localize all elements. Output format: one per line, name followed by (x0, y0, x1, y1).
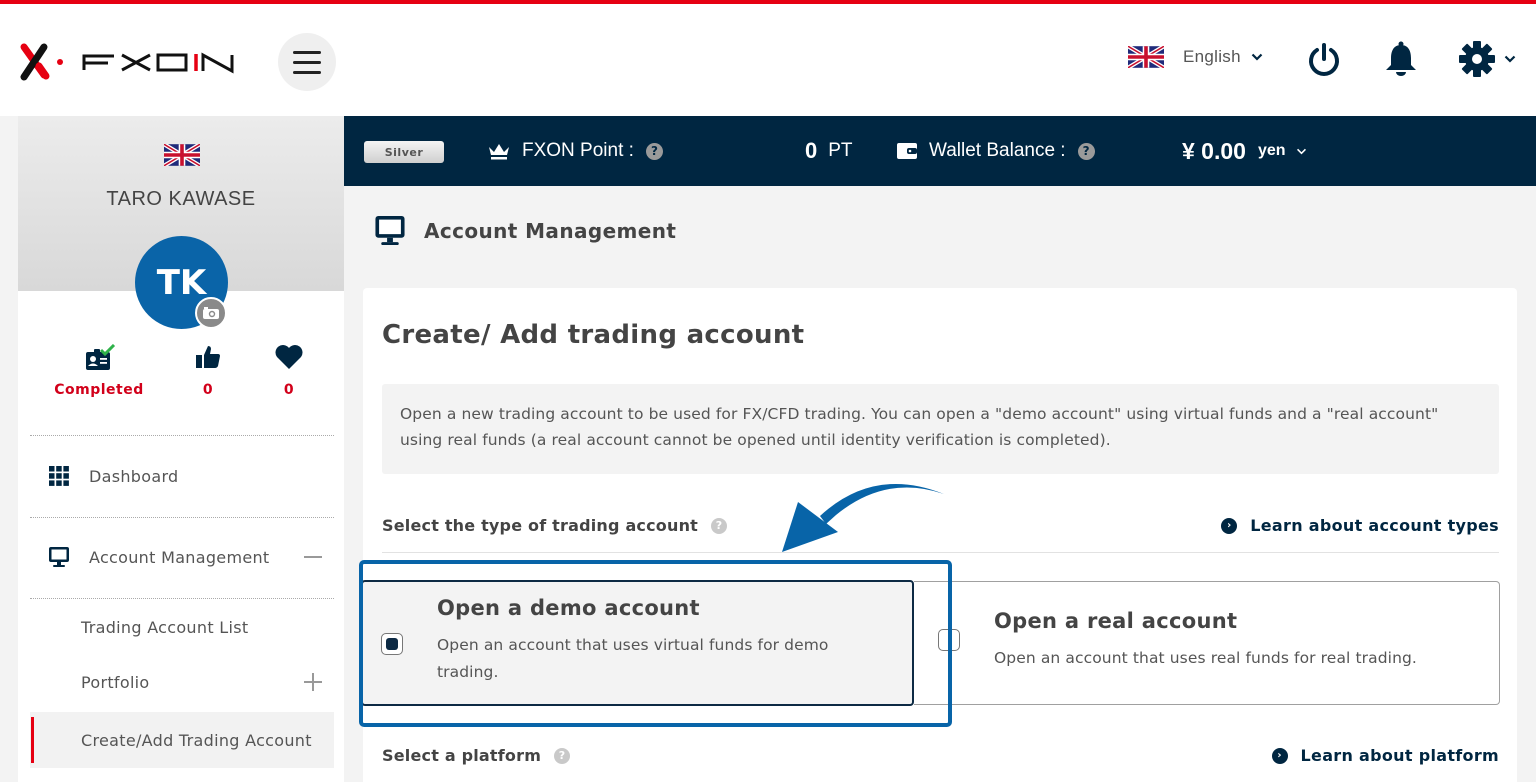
learn-platform-link[interactable]: › Learn about platform (1271, 746, 1499, 765)
wallet-balance-label: Wallet Balance : (929, 140, 1066, 161)
sidebar: TARO KAWASE TK Completed 0 0 Dashboard A… (18, 116, 344, 782)
help-icon[interactable]: ? (645, 142, 663, 160)
real-account-option[interactable]: Open a real account Open an account that… (914, 581, 1500, 705)
sidebar-subitem-label: Trading Account List (81, 617, 249, 637)
sidebar-subitem-portfolio[interactable]: Portfolio (30, 654, 334, 710)
divider (30, 435, 334, 436)
help-icon[interactable]: ? (554, 747, 571, 764)
crown-icon (489, 144, 509, 160)
platform-section-header: Select a platform ? › Learn about platfo… (382, 746, 1499, 765)
language-selector[interactable]: English (1128, 46, 1263, 68)
account-type-label: Select the type of trading account ? (382, 516, 728, 535)
wallet-balance: Wallet Balance : ? (897, 116, 1095, 186)
demo-account-option[interactable]: Open a demo account Open an account that… (361, 580, 914, 706)
sidebar-item-label: Account Management (89, 547, 270, 567)
account-type-label-text: Select the type of trading account (382, 516, 699, 535)
change-photo-button[interactable] (195, 297, 227, 329)
id-card-check-icon (86, 344, 116, 370)
sidebar-subitem-create-add-trading-account[interactable]: Create/Add Trading Account (30, 712, 334, 768)
platform-label-text: Select a platform (382, 746, 542, 765)
likes-stat[interactable]: 0 (188, 344, 228, 398)
chevron-circle-right-icon: › (1221, 517, 1238, 534)
fxon-point-label: FXON Point : (522, 140, 634, 161)
wallet-balance-dropdown[interactable]: ¥ 0.00 yen (1182, 116, 1307, 186)
real-account-desc: Open an account that uses real funds for… (994, 649, 1417, 667)
chevron-down-icon (1296, 148, 1306, 154)
description-box: Open a new trading account to be used fo… (382, 384, 1499, 474)
demo-account-desc: Open an account that uses virtual funds … (437, 636, 829, 681)
points-unit: PT (828, 140, 853, 161)
fxon-point-value: 0 PT (805, 116, 853, 186)
learn-account-types-text: Learn about account types (1250, 516, 1499, 535)
wallet-value: ¥ 0.00 (1182, 137, 1246, 164)
points-value: 0 (805, 138, 818, 163)
gear-icon (1459, 41, 1495, 77)
collapse-icon[interactable] (304, 556, 322, 558)
grid-icon (49, 466, 69, 486)
header: English (0, 4, 1536, 116)
fxon-logo[interactable] (18, 40, 238, 84)
power-icon[interactable] (1306, 42, 1342, 78)
monitor-icon (375, 215, 405, 246)
sidebar-item-label: Dashboard (89, 466, 179, 486)
account-info-bar: Silver FXON Point : ? 0 PT Wallet Balanc… (344, 116, 1536, 186)
wallet-icon (897, 143, 917, 159)
help-icon[interactable]: ? (1077, 142, 1095, 160)
menu-button[interactable] (278, 33, 336, 91)
annotation-arrow-icon (782, 483, 944, 552)
uk-flag-icon (1128, 46, 1164, 68)
uk-flag-icon (164, 144, 200, 166)
learn-account-types-link[interactable]: › Learn about account types (1221, 516, 1499, 535)
chevron-circle-right-icon: › (1271, 747, 1288, 764)
card-title: Create/ Add trading account (382, 320, 805, 350)
expand-plus-icon[interactable] (304, 673, 322, 691)
menu-icon (293, 47, 321, 77)
heart-icon (275, 345, 303, 369)
monitor-icon (49, 547, 69, 567)
help-icon[interactable]: ? (711, 517, 728, 534)
user-name: TARO KAWASE (106, 188, 256, 210)
favorites-count: 0 (283, 382, 295, 398)
learn-platform-text: Learn about platform (1300, 746, 1499, 765)
sidebar-subitem-label: Create/Add Trading Account (81, 730, 312, 750)
sidebar-item-account-management[interactable]: Account Management (30, 537, 334, 577)
fxon-point: FXON Point : ? (488, 116, 663, 186)
sidebar-subitem-trading-account-list[interactable]: Trading Account List (30, 599, 334, 655)
sidebar-subitem-label: Portfolio (81, 672, 150, 692)
chevron-down-icon (1504, 55, 1516, 63)
settings-menu[interactable] (1458, 40, 1516, 78)
camera-icon (203, 307, 219, 319)
wallet-unit: yen (1257, 142, 1286, 159)
favorites-stat[interactable]: 0 (269, 344, 309, 398)
demo-account-title: Open a demo account (437, 596, 700, 620)
language-label: English (1183, 47, 1241, 66)
demo-account-radio[interactable] (381, 633, 403, 655)
likes-count: 0 (202, 382, 214, 398)
page-header: Account Management (374, 214, 676, 247)
thumbs-up-icon (196, 346, 220, 368)
verification-stat[interactable]: Completed (40, 344, 158, 398)
chevron-down-icon (1251, 53, 1263, 61)
verification-status: Completed (54, 382, 144, 398)
tier-badge: Silver (364, 141, 444, 163)
sidebar-item-dashboard[interactable]: Dashboard (30, 456, 334, 496)
real-account-radio[interactable] (938, 629, 960, 651)
divider (30, 517, 334, 518)
platform-label: Select a platform ? (382, 746, 571, 765)
real-account-title: Open a real account (994, 609, 1238, 633)
page-title: Account Management (424, 218, 677, 243)
bell-icon[interactable] (1384, 40, 1418, 78)
